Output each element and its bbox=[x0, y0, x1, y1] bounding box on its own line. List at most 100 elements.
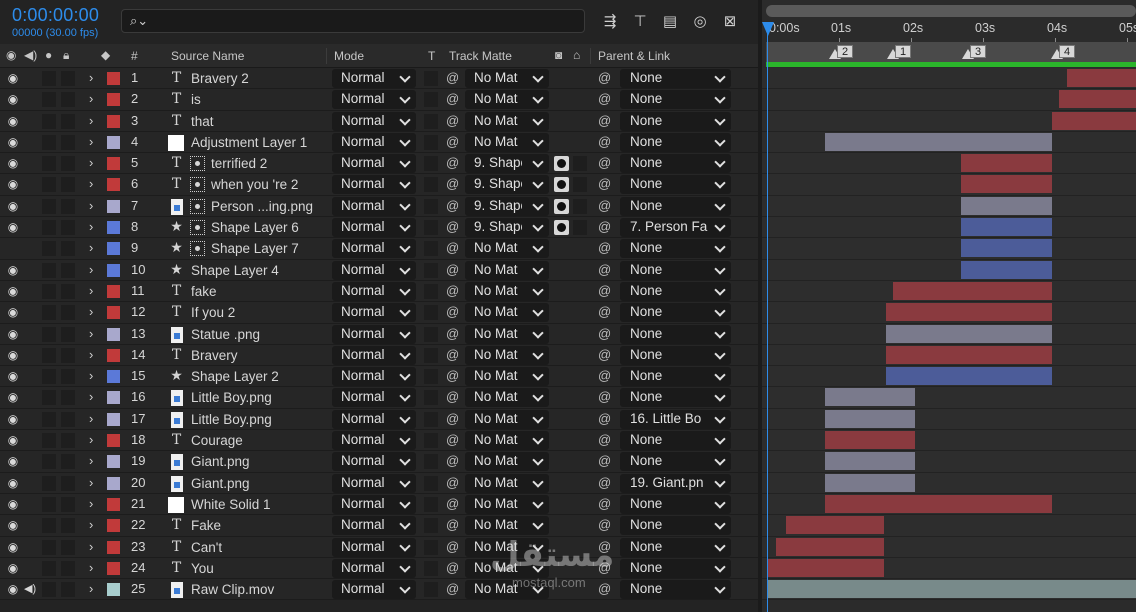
layer-duration-bar[interactable] bbox=[775, 537, 885, 556]
preserve-transparency-toggle[interactable] bbox=[424, 71, 438, 86]
eye-icon[interactable]: ◉ bbox=[5, 262, 21, 278]
eye-icon[interactable]: ◉ bbox=[5, 283, 21, 299]
parent-link-dropdown[interactable]: None bbox=[620, 111, 731, 131]
blend-mode-dropdown[interactable]: Normal bbox=[332, 239, 416, 259]
pick-whip-icon[interactable]: @ bbox=[446, 432, 459, 448]
solo-toggle[interactable] bbox=[42, 454, 56, 470]
lock-toggle[interactable] bbox=[61, 220, 75, 236]
parent-pick-whip-icon[interactable]: @ bbox=[598, 368, 611, 384]
twirl-chevron-icon[interactable]: › bbox=[89, 176, 93, 192]
layer-name[interactable]: Adjustment Layer 1 bbox=[191, 134, 307, 151]
preserve-transparency-toggle[interactable] bbox=[424, 454, 438, 470]
preserve-transparency-toggle[interactable] bbox=[424, 177, 438, 193]
draft-3d-icon[interactable]: ⊤ bbox=[630, 12, 650, 32]
track-matte-dropdown[interactable]: No Mat bbox=[465, 260, 549, 280]
layer-name[interactable]: Little Boy.png bbox=[191, 389, 272, 406]
eye-icon[interactable]: ◉ bbox=[5, 176, 21, 192]
parent-link-dropdown[interactable]: None bbox=[620, 324, 731, 344]
twirl-chevron-icon[interactable]: › bbox=[89, 475, 93, 491]
parent-link-dropdown[interactable]: None bbox=[620, 303, 731, 323]
layer-row[interactable]: ◉ › 6 Twhen you 're 2 Normal @9. Shape @ None bbox=[0, 174, 758, 196]
blend-mode-dropdown[interactable]: Normal bbox=[332, 132, 416, 152]
parent-pick-whip-icon[interactable]: @ bbox=[598, 517, 611, 533]
parent-link-dropdown[interactable]: 19. Giant.pn bbox=[620, 473, 731, 493]
eye-icon[interactable]: ◉ bbox=[5, 219, 21, 235]
blend-mode-dropdown[interactable]: Normal bbox=[332, 367, 416, 387]
layer-row[interactable]: ◉ › 20 Giant.png Normal @ No Mat @19. Giant.pn bbox=[0, 472, 758, 494]
track-matte-dropdown[interactable]: 9. Shape bbox=[465, 175, 549, 195]
preserve-transparency-toggle[interactable] bbox=[424, 134, 438, 150]
parent-pick-whip-icon[interactable]: @ bbox=[598, 262, 611, 278]
layer-row[interactable]: ◉ › 7 Person ...ing.png Normal @9. Shape @ None bbox=[0, 195, 758, 218]
blend-mode-dropdown[interactable]: Normal bbox=[332, 281, 416, 301]
layer-row[interactable]: ◉ › 8 ★ Shape Layer 6 Normal @9. Shape @7. Pers… bbox=[0, 217, 758, 239]
parent-pick-whip-icon[interactable]: @ bbox=[598, 432, 611, 448]
parent-link-dropdown[interactable]: None bbox=[620, 345, 731, 365]
eye-icon[interactable]: ◉ bbox=[5, 496, 21, 512]
pick-whip-icon[interactable]: @ bbox=[446, 326, 459, 342]
track-matte-dropdown[interactable]: No Mat bbox=[465, 69, 549, 88]
invert-matte-toggle[interactable] bbox=[573, 177, 587, 193]
blend-mode-dropdown[interactable]: Normal bbox=[332, 218, 416, 238]
preserve-transparency-toggle[interactable] bbox=[424, 241, 438, 257]
layer-duration-bar[interactable] bbox=[767, 580, 1136, 599]
twirl-chevron-icon[interactable]: › bbox=[89, 389, 93, 405]
pick-whip-icon[interactable]: @ bbox=[446, 134, 459, 150]
pick-whip-icon[interactable]: @ bbox=[446, 496, 459, 512]
solo-toggle[interactable] bbox=[42, 241, 56, 257]
solo-toggle[interactable] bbox=[42, 220, 56, 236]
layer-duration-bar[interactable] bbox=[825, 452, 915, 471]
pick-whip-icon[interactable]: @ bbox=[446, 155, 459, 171]
label-color-swatch[interactable] bbox=[107, 391, 120, 405]
pick-whip-icon[interactable]: @ bbox=[446, 304, 459, 320]
pick-whip-icon[interactable]: @ bbox=[446, 539, 459, 555]
solo-toggle[interactable] bbox=[42, 156, 56, 172]
solo-toggle[interactable] bbox=[42, 283, 56, 299]
work-area-bar[interactable] bbox=[766, 62, 1136, 67]
solo-toggle[interactable] bbox=[42, 582, 56, 598]
twirl-chevron-icon[interactable]: › bbox=[89, 368, 93, 384]
pick-whip-icon[interactable]: @ bbox=[446, 389, 459, 405]
layer-duration-bar[interactable] bbox=[961, 175, 1053, 194]
lock-toggle[interactable] bbox=[61, 390, 75, 406]
preserve-transparency-toggle[interactable] bbox=[424, 305, 438, 321]
solo-toggle[interactable] bbox=[42, 198, 56, 214]
lock-toggle[interactable] bbox=[61, 560, 75, 576]
layer-row[interactable]: ◉ › 18 T Courage Normal @ No Mat @ None bbox=[0, 430, 758, 452]
layer-name[interactable]: If you 2 bbox=[191, 304, 235, 321]
twirl-chevron-icon[interactable]: › bbox=[89, 262, 93, 278]
blend-mode-dropdown[interactable]: Normal bbox=[332, 260, 416, 280]
layer-row[interactable]: ◉ › 22 T Fake Normal @ No Mat @ None bbox=[0, 515, 758, 537]
column-source-name[interactable]: Source Name bbox=[171, 49, 244, 63]
layer-row[interactable]: ◉ › 15 ★ Shape Layer 2 Normal @ No Mat @ None bbox=[0, 366, 758, 388]
track-matte-dropdown[interactable]: No Mat bbox=[465, 90, 549, 110]
eye-icon[interactable]: ◉ bbox=[5, 347, 21, 363]
blend-mode-dropdown[interactable]: Normal bbox=[332, 580, 416, 600]
blend-mode-dropdown[interactable]: Normal bbox=[332, 154, 416, 174]
label-color-swatch[interactable] bbox=[107, 178, 120, 192]
twirl-chevron-icon[interactable]: › bbox=[89, 453, 93, 469]
preserve-transparency-toggle[interactable] bbox=[424, 390, 438, 406]
layer-duration-bar[interactable] bbox=[825, 473, 915, 492]
blend-mode-dropdown[interactable]: Normal bbox=[332, 175, 416, 195]
layer-name[interactable]: White Solid 1 bbox=[191, 496, 271, 513]
preserve-transparency-toggle[interactable] bbox=[424, 326, 438, 342]
solo-toggle[interactable] bbox=[42, 92, 56, 108]
layer-row[interactable]: ◉ › 11 Tfake Normal @ No Mat @ None bbox=[0, 280, 758, 303]
eye-icon[interactable]: ◉ bbox=[5, 91, 21, 107]
layer-name[interactable]: is bbox=[191, 91, 201, 108]
blend-mode-dropdown[interactable]: Normal bbox=[332, 196, 416, 216]
pick-whip-icon[interactable]: @ bbox=[446, 453, 459, 469]
track-matte-dropdown[interactable]: No Mat bbox=[465, 345, 549, 365]
parent-pick-whip-icon[interactable]: @ bbox=[598, 91, 611, 107]
twirl-chevron-icon[interactable]: › bbox=[89, 283, 93, 299]
eye-icon[interactable]: ◉ bbox=[5, 368, 21, 384]
layer-duration-bar[interactable] bbox=[825, 431, 915, 450]
label-color-swatch[interactable] bbox=[107, 327, 120, 341]
preserve-transparency-toggle[interactable] bbox=[424, 262, 438, 278]
layer-duration-bar[interactable] bbox=[825, 494, 1053, 513]
twirl-chevron-icon[interactable]: › bbox=[89, 113, 93, 129]
lock-toggle[interactable] bbox=[61, 283, 75, 299]
layer-name[interactable]: when you 're 2 bbox=[211, 176, 298, 193]
eye-icon[interactable]: ◉ bbox=[5, 198, 21, 214]
